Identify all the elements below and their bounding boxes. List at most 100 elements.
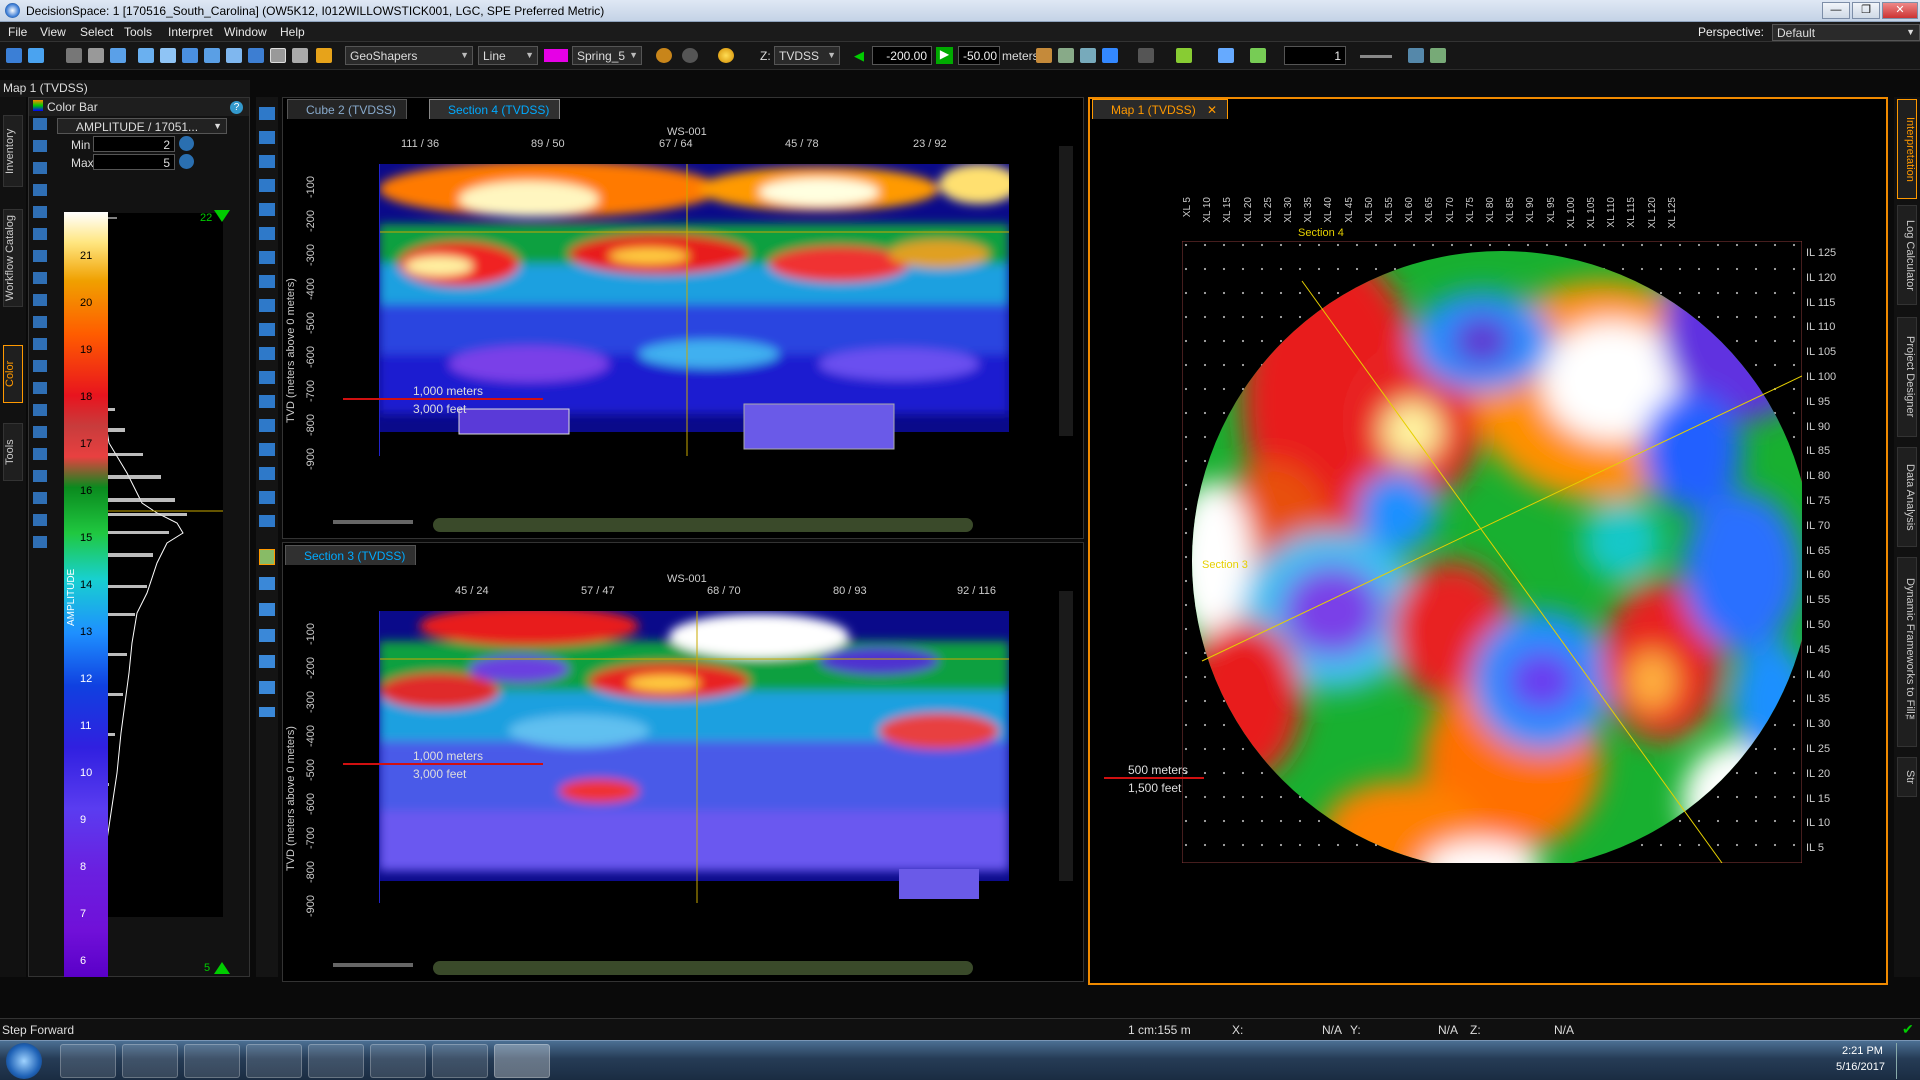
tab-map-1[interactable]: Map 1 (TVDSS) ✕ [1092, 99, 1229, 119]
line-dropdown[interactable]: Line ▼ [478, 46, 538, 65]
step-forward-icon[interactable]: ▶ [936, 47, 953, 64]
menu-window[interactable]: Window [224, 25, 267, 39]
section-tools-icons-2[interactable] [259, 577, 275, 717]
tab-workflow-catalog[interactable]: Workflow Catalog [3, 209, 23, 307]
z-max-input[interactable]: -50.00 [958, 46, 1000, 65]
measure-icon[interactable] [138, 48, 154, 63]
slider-track[interactable] [1360, 55, 1392, 58]
vertical-zoom-slider[interactable] [1059, 591, 1073, 881]
undo-icon[interactable] [656, 48, 672, 63]
new-session-icon[interactable] [6, 48, 22, 63]
tab-dynamic-frameworks[interactable]: Dynamic Frameworks to Fill™ [1897, 557, 1917, 747]
counter-input[interactable]: 1 [1284, 46, 1346, 65]
x-value: N/A [1322, 1023, 1343, 1037]
crosshair-icon[interactable] [1430, 48, 1446, 63]
section-4-seismic[interactable] [379, 164, 1009, 456]
vertical-zoom-slider[interactable] [1059, 146, 1073, 436]
attribute-dropdown[interactable]: AMPLITUDE / 17051... ▼ [57, 118, 227, 134]
il-tick: IL 25 [1806, 743, 1831, 755]
maximize-button[interactable]: ❐ [1852, 2, 1880, 19]
menu-file[interactable]: File [8, 25, 27, 39]
menu-interpret[interactable]: Interpret [168, 25, 213, 39]
tab-tools[interactable]: Tools [3, 423, 23, 481]
zoom-slider[interactable] [333, 520, 413, 524]
save-icon[interactable] [66, 48, 82, 63]
stack-icon[interactable] [270, 48, 286, 63]
section-tools-icons[interactable] [259, 107, 275, 527]
close-tab-icon[interactable]: ✕ [1207, 103, 1217, 117]
min-input[interactable]: 2 [93, 136, 175, 152]
tab-project-designer[interactable]: Project Designer [1897, 317, 1917, 437]
move-icon[interactable] [182, 48, 198, 63]
home-icon[interactable] [1058, 48, 1074, 63]
media-icon[interactable] [184, 1044, 240, 1078]
paint-icon[interactable] [432, 1044, 488, 1078]
wand-icon[interactable] [1218, 48, 1234, 63]
amplitude-map[interactable] [1182, 241, 1802, 863]
view-icon[interactable] [292, 48, 308, 63]
pencil-icon[interactable] [316, 48, 332, 63]
geoshapers-dropdown[interactable]: GeoShapers ▼ [345, 46, 473, 65]
y-tick: -900 [305, 894, 317, 917]
show-desktop-button[interactable] [1896, 1043, 1918, 1079]
max-input[interactable]: 5 [93, 154, 175, 170]
folder-icon[interactable] [122, 1044, 178, 1078]
active-tool-icon[interactable] [259, 549, 275, 565]
tab-interpretation[interactable]: Interpretation [1897, 99, 1917, 199]
colorbar-tool-icons[interactable] [33, 118, 47, 558]
bookmark-icon[interactable] [1102, 48, 1118, 63]
menu-select[interactable]: Select [80, 25, 113, 39]
sun-icon[interactable] [718, 48, 734, 63]
redo-icon[interactable] [682, 48, 698, 63]
pan-icon[interactable] [160, 48, 176, 63]
tab-section-3[interactable]: Section 3 (TVDSS) [285, 545, 417, 565]
link-icon[interactable] [1080, 48, 1096, 63]
min-sync-icon[interactable] [179, 136, 194, 151]
tab-log-calculator[interactable]: Log Calculator [1897, 205, 1917, 305]
top-marker-icon[interactable] [214, 210, 230, 222]
grid-icon[interactable] [1408, 48, 1424, 63]
help-icon[interactable]: ? [230, 101, 243, 114]
horizontal-scrollbar[interactable] [433, 518, 973, 532]
cut-icon[interactable] [110, 48, 126, 63]
sync-icon[interactable] [1036, 48, 1052, 63]
tab-cube-2[interactable]: Cube 2 (TVDSS) [287, 99, 408, 119]
step-back-icon[interactable]: ◀ [854, 48, 868, 63]
tab-color[interactable]: Color [3, 345, 23, 403]
menu-tools[interactable]: Tools [124, 25, 152, 39]
tab-section-4[interactable]: Section 4 (TVDSS) [429, 99, 561, 119]
z-domain-dropdown[interactable]: TVDSS ▼ [774, 46, 840, 65]
tab-data-analysis[interactable]: Data Analysis [1897, 447, 1917, 547]
menu-view[interactable]: View [40, 25, 66, 39]
z-min-input[interactable]: -200.00 [872, 46, 932, 65]
start-icon[interactable] [6, 1043, 42, 1079]
color-swatch[interactable] [544, 49, 568, 62]
max-sync-icon[interactable] [179, 154, 194, 169]
ie-icon[interactable] [60, 1044, 116, 1078]
section-4-label: Section 4 [1298, 227, 1344, 239]
chrome-icon[interactable] [246, 1044, 302, 1078]
minimize-button[interactable]: — [1822, 2, 1850, 19]
notes-icon[interactable] [370, 1044, 426, 1078]
horizon-icon[interactable] [1250, 48, 1266, 63]
perspective-dropdown[interactable]: Default ▼ [1772, 23, 1920, 41]
xl-tick: XL 70 [1444, 197, 1456, 223]
bookmark-gray-icon[interactable] [1138, 48, 1154, 63]
horizontal-scrollbar[interactable] [433, 961, 973, 975]
bottom-marker-icon[interactable] [214, 962, 230, 974]
decisionspace-icon[interactable] [494, 1044, 550, 1078]
colormap-dropdown[interactable]: Spring_5 ▼ [572, 46, 642, 65]
tile-icon[interactable] [204, 48, 220, 63]
zoom-slider[interactable] [333, 963, 413, 967]
pin-icon[interactable] [1176, 48, 1192, 63]
menu-help[interactable]: Help [280, 25, 305, 39]
print-icon[interactable] [88, 48, 104, 63]
cube-icon[interactable] [226, 48, 242, 63]
tab-inventory[interactable]: Inventory [3, 115, 23, 187]
xl-tick: XL 105 [1586, 197, 1597, 229]
app-icon[interactable] [308, 1044, 364, 1078]
layer-icon[interactable] [248, 48, 264, 63]
close-button[interactable]: ✕ [1882, 2, 1918, 19]
open-icon[interactable] [28, 48, 44, 63]
tab-str[interactable]: Str [1897, 757, 1917, 797]
